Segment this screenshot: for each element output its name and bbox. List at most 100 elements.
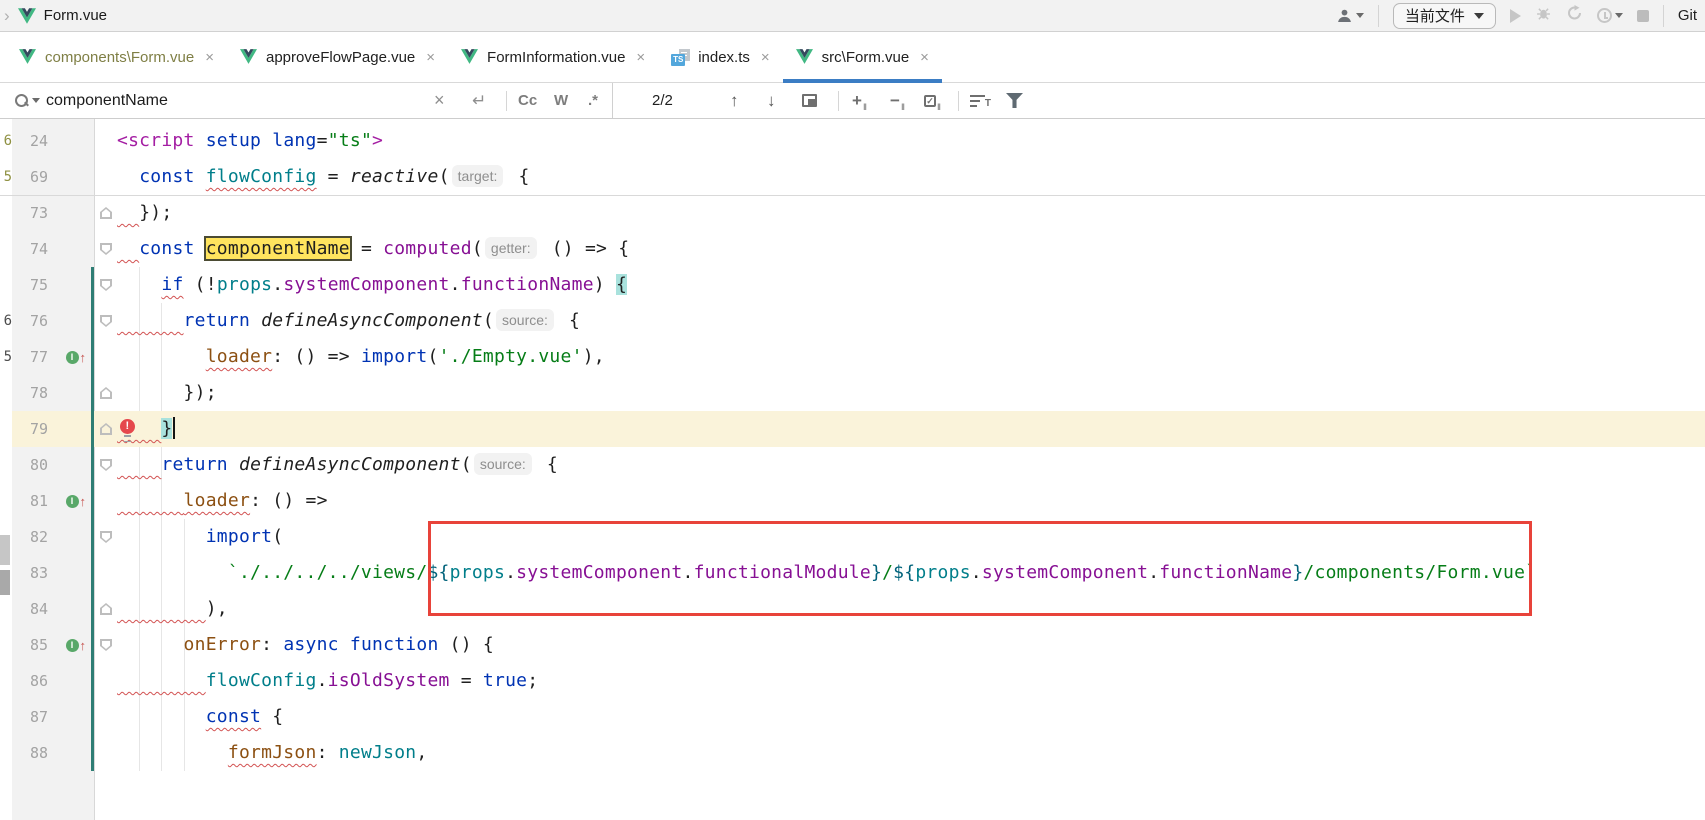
code-text[interactable]: loader: () => (117, 483, 1705, 519)
tab-src-form-vue[interactable]: src\Form.vue × (783, 32, 942, 82)
gutter[interactable]: 84 (12, 591, 95, 627)
clear-search-icon[interactable]: × (434, 83, 445, 118)
gutter[interactable]: 80 (12, 447, 95, 483)
code-line-76: 676 return defineAsyncComponent(source: … (0, 303, 1705, 339)
fold-column (95, 195, 117, 231)
gutter[interactable]: 81I↑ (12, 483, 95, 519)
vcs-change-bar (91, 555, 94, 591)
line-number: 85 (12, 636, 48, 654)
fold-marker-icon[interactable] (100, 639, 112, 651)
gutter[interactable]: 85 I↑ (12, 627, 95, 663)
close-icon[interactable]: × (761, 49, 770, 66)
gutter[interactable]: 73 (12, 195, 95, 231)
run-button[interactable] (1510, 9, 1521, 23)
previous-match-button[interactable]: ↑ (730, 83, 739, 118)
fold-marker-icon[interactable] (100, 423, 112, 435)
fold-marker-icon[interactable] (100, 603, 112, 615)
fold-marker-icon[interactable] (100, 315, 112, 327)
profiler-button[interactable] (1566, 5, 1583, 26)
ide-window: › Form.vue 当前文件 (0, 0, 1705, 820)
stop-button[interactable] (1637, 10, 1649, 22)
implemented-marker-icon[interactable]: I↑ (66, 638, 87, 653)
debug-button[interactable] (1535, 5, 1552, 26)
search-input[interactable] (46, 92, 416, 110)
left-edge-strip (0, 483, 12, 519)
code-text[interactable]: onError: async function () { (117, 627, 1705, 663)
tab-components-form-vue[interactable]: components\Form.vue × (6, 32, 227, 82)
select-all-occurrences-button[interactable]: ✓II (924, 83, 940, 118)
window-title: Form.vue (44, 7, 107, 24)
code-text[interactable]: const flowConfig = reactive(target: { (117, 159, 1705, 195)
code-text[interactable]: return defineAsyncComponent(source: { (117, 303, 1705, 339)
open-in-find-window-button[interactable] (802, 83, 817, 118)
line-number: 77 (12, 348, 48, 366)
close-icon[interactable]: × (205, 49, 214, 66)
fold-marker-icon[interactable] (100, 243, 112, 255)
left-edge-strip (0, 411, 12, 447)
run-configuration-select[interactable]: 当前文件 (1393, 3, 1496, 29)
code-text[interactable]: loader: () => import('./Empty.vue'), (117, 339, 1705, 375)
gutter[interactable]: 74 (12, 231, 95, 267)
code-text[interactable]: ! } (117, 411, 1705, 447)
code-text[interactable]: <script setup lang="ts"> (117, 123, 1705, 159)
tab-label: src\Form.vue (822, 49, 910, 66)
add-occurrence-button[interactable]: +II (852, 83, 866, 118)
fold-column (95, 303, 117, 339)
fold-column (95, 339, 117, 375)
gutter[interactable]: 82 (12, 519, 95, 555)
code-text[interactable]: return defineAsyncComponent(source: { (117, 447, 1705, 483)
match-case-toggle[interactable]: Cc (518, 83, 537, 118)
error-bulb-icon[interactable]: ! (120, 419, 135, 434)
remove-occurrence-button[interactable]: −II (890, 83, 904, 118)
close-icon[interactable]: × (426, 49, 435, 66)
code-text[interactable]: flowConfig.isOldSystem = true; (117, 663, 1705, 699)
gutter[interactable]: 77 I↑ (12, 339, 95, 375)
next-match-button[interactable]: ↓ (767, 83, 776, 118)
gutter[interactable]: 76 (12, 303, 95, 339)
gutter[interactable]: 78 (12, 375, 95, 411)
vcs-change-bar (91, 627, 94, 663)
whole-words-toggle[interactable]: W (554, 83, 568, 118)
fold-marker-icon[interactable] (100, 459, 112, 471)
left-edge-strip (0, 627, 12, 663)
code-text[interactable]: }); (117, 195, 1705, 231)
code-text[interactable]: const componentName = computed(getter: (… (117, 231, 1705, 267)
fold-marker-icon[interactable] (100, 531, 112, 543)
gutter[interactable]: 86 (12, 663, 95, 699)
regex-toggle[interactable]: .* (588, 83, 598, 118)
chevron-down-icon (1356, 13, 1364, 18)
code-text[interactable]: const { (117, 699, 1705, 735)
newline-icon[interactable]: ↵ (472, 83, 486, 118)
inlay-hint: source: (496, 309, 554, 331)
gutter[interactable]: 83 (12, 555, 95, 591)
user-account-button[interactable] (1336, 8, 1364, 24)
fold-marker-icon[interactable] (100, 387, 112, 399)
fold-marker-icon[interactable] (100, 279, 112, 291)
gutter[interactable]: 24 (12, 123, 95, 159)
gutter[interactable]: 69 (12, 159, 95, 195)
run-with-coverage-button[interactable] (1597, 8, 1623, 23)
tab-index-ts[interactable]: TS index.ts × (658, 32, 782, 82)
code-text[interactable]: formJson: newJson, (117, 735, 1705, 771)
gutter[interactable]: 88 (12, 735, 95, 771)
implemented-marker-icon[interactable]: I↑ (66, 494, 87, 509)
implemented-marker-icon[interactable]: I↑ (66, 350, 87, 365)
search-options-icon[interactable]: T (970, 83, 985, 118)
gutter[interactable]: 75 (12, 267, 95, 303)
close-icon[interactable]: × (920, 49, 929, 66)
gutter[interactable]: 79 (12, 411, 95, 447)
code-editor[interactable]: 624<script setup lang="ts">569 const flo… (0, 119, 1705, 820)
fold-marker-icon[interactable] (100, 207, 112, 219)
close-icon[interactable]: × (636, 49, 645, 66)
left-edge-strip (0, 735, 12, 771)
git-widget[interactable]: Git (1678, 7, 1697, 24)
filter-icon[interactable] (1006, 83, 1023, 118)
gutter[interactable]: 87 (12, 699, 95, 735)
divider (1663, 5, 1664, 27)
code-line-86: 86 flowConfig.isOldSystem = true; (0, 663, 1705, 699)
search-icon[interactable] (14, 83, 40, 118)
tab-form-information[interactable]: FormInformation.vue × (448, 32, 658, 82)
code-text[interactable]: if (!props.systemComponent.functionName)… (117, 267, 1705, 303)
tab-approve-flow-page[interactable]: approveFlowPage.vue × (227, 32, 448, 82)
code-text[interactable]: }); (117, 375, 1705, 411)
